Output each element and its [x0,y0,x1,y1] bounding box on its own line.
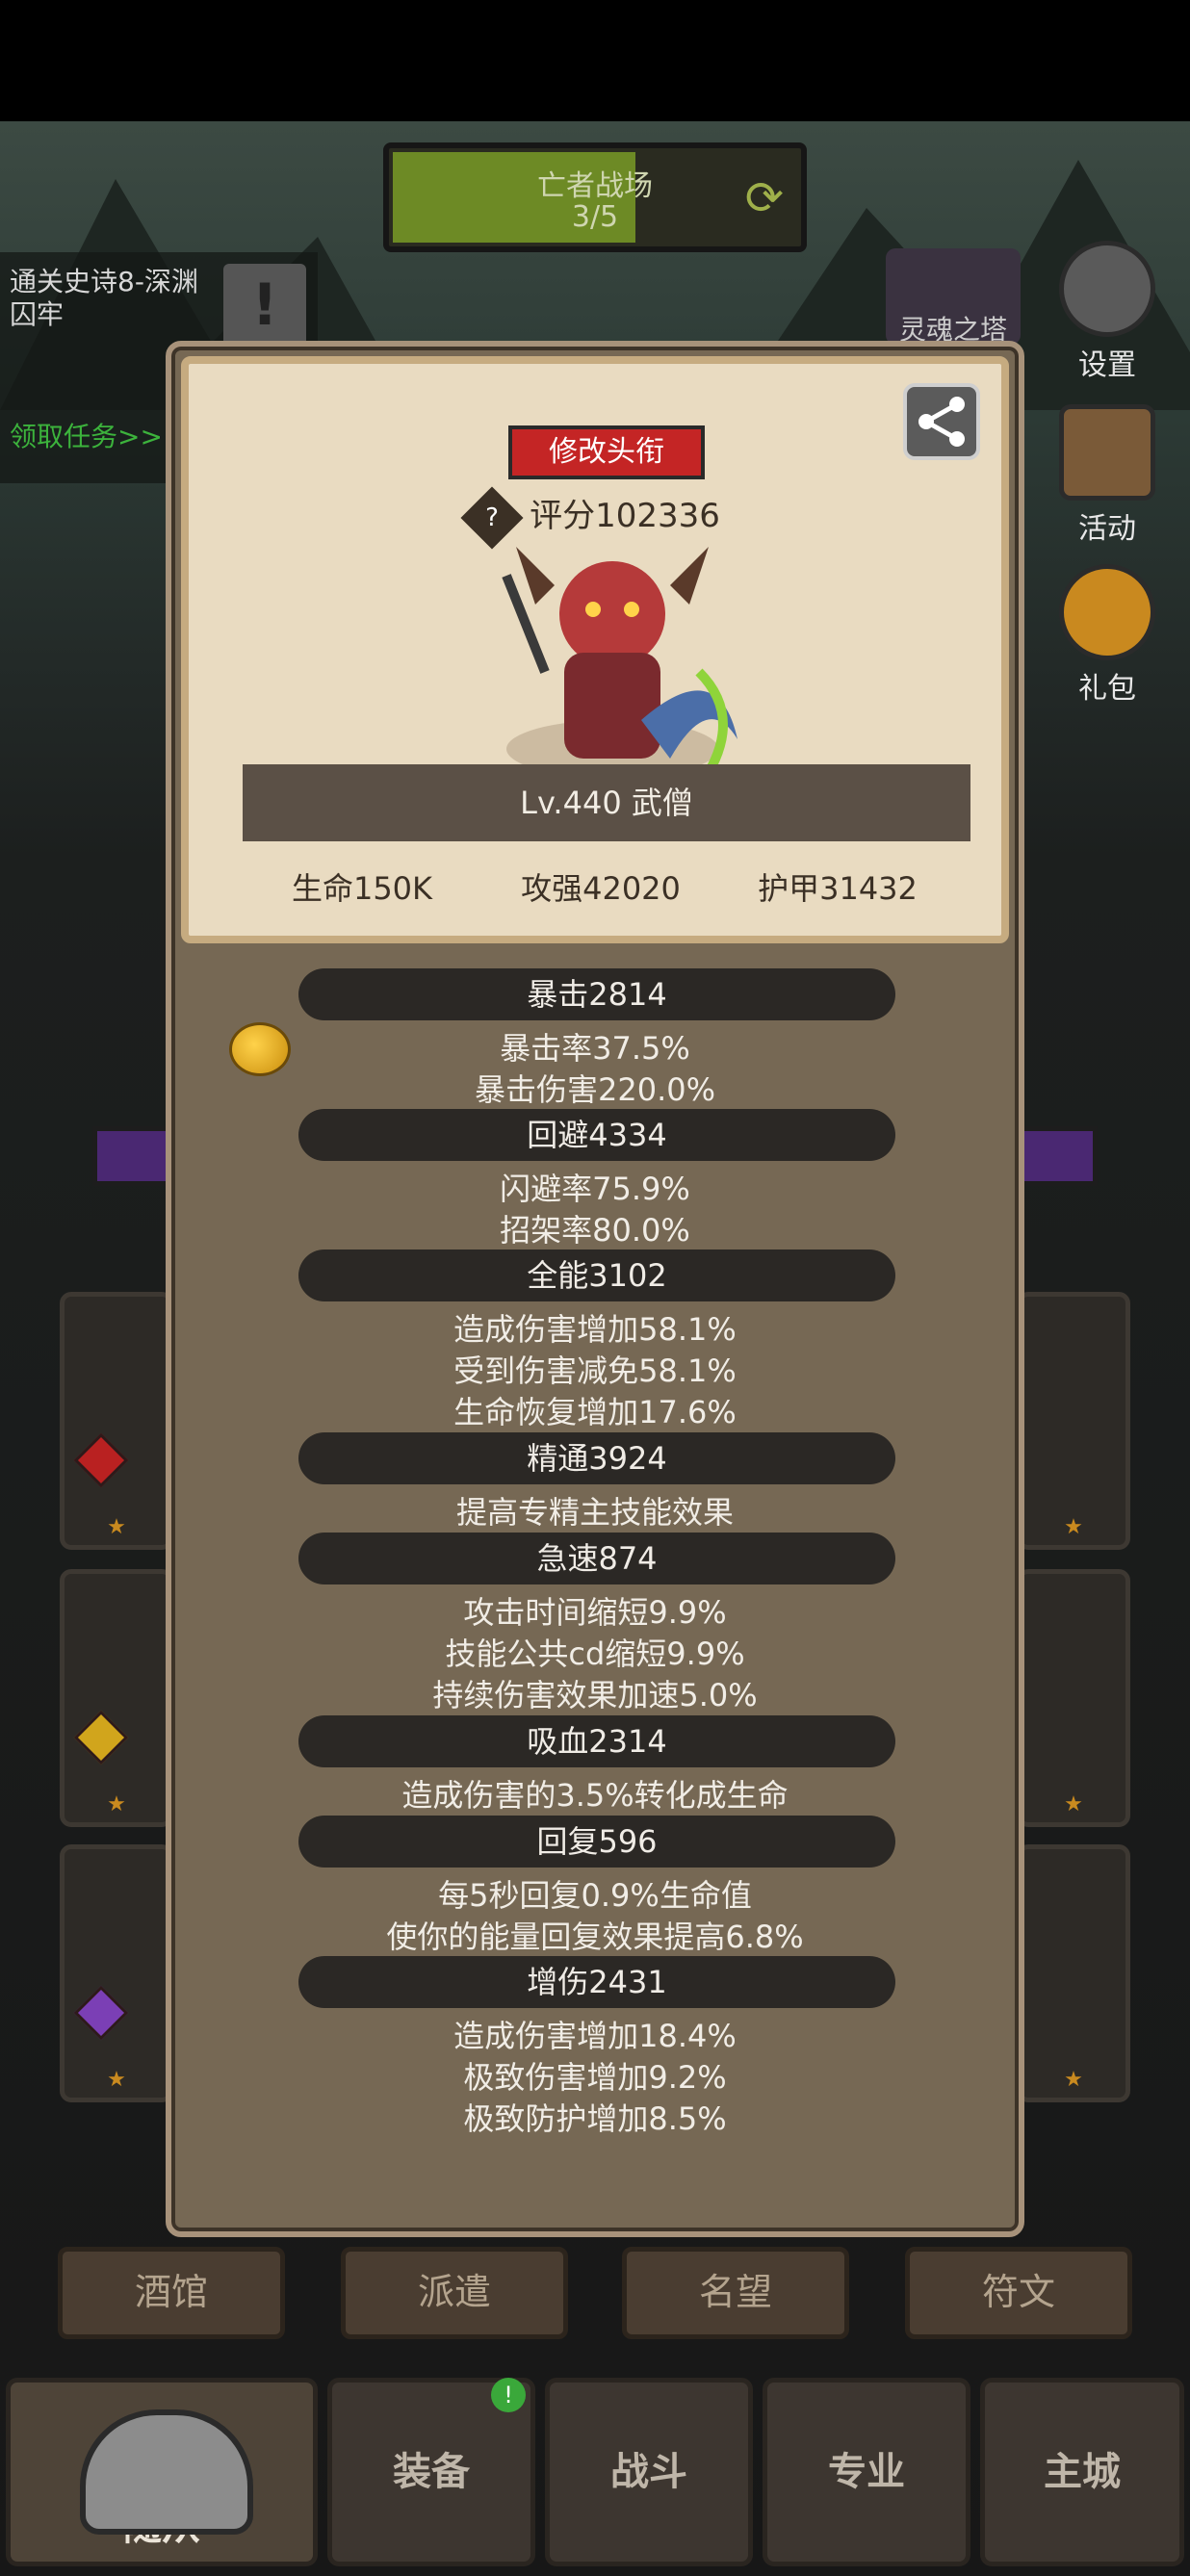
hero-detail-popup: 修改头衔 ? 评分102336 Lv.440 武僧 生命150K 攻强42020 … [166,341,1024,2237]
attr-header-evasion: 回避4334 [298,1109,895,1161]
follower-card[interactable]: ★ [60,1844,173,2102]
activity-label: 活动 [1078,512,1136,546]
notification-badge: ! [491,2378,526,2412]
attr-line: 每5秒回复0.9%生命值 [438,1877,752,1914]
star-icon: ★ [1064,1515,1083,1539]
attr-header-versatility: 全能3102 [298,1249,895,1301]
battlefield-progress[interactable]: 亡者战场 3/5 ⟳ [383,142,807,252]
star-icon: ★ [107,1515,126,1539]
attr-line: 招架率80.0% [500,1212,690,1249]
nav-follower[interactable]: 随从 [6,2378,318,2566]
share-icon [918,397,965,447]
settings-label: 设置 [1078,348,1136,382]
follower-card[interactable]: ★ [1017,1569,1130,1827]
nav-profession[interactable]: 专业 [763,2378,970,2566]
star-icon: ★ [107,2068,126,2092]
gear-icon [1059,241,1155,337]
gem-icon [73,1432,129,1488]
attr-line: 持续伤害效果加速5.0% [432,1677,758,1713]
tab-reputation[interactable]: 名望 [622,2247,849,2339]
gem-icon [73,1985,129,2041]
change-title-button[interactable]: 修改头衔 [508,425,705,479]
share-button[interactable] [903,383,980,460]
attr-line: 造成伤害的3.5%转化成生命 [401,1777,789,1814]
attr-line: 造成伤害增加18.4% [453,2018,737,2054]
settings-button[interactable]: 设置 [1049,241,1165,383]
gem-icon [73,1710,129,1765]
attr-header-crit: 暴击2814 [298,968,895,1020]
nav-battle[interactable]: 战斗 [545,2378,753,2566]
attr-line: 极致伤害增加9.2% [463,2059,727,2096]
attr-header-mastery: 精通3924 [298,1432,895,1484]
activity-button[interactable]: 活动 [1049,404,1165,547]
claim-quest-link[interactable]: 领取任务>> [10,416,163,454]
follower-card[interactable]: ★ [1017,1292,1130,1550]
battlefield-progress-text: 3/5 [571,200,619,234]
attr-header-haste: 急速874 [298,1533,895,1584]
battlefield-name: 亡者战场 [537,169,653,203]
attr-header-regen: 回复596 [298,1816,895,1868]
activity-board-icon [1059,404,1155,501]
attr-line: 技能公共cd缩短9.9% [445,1636,745,1672]
attr-line: 生命恢复增加17.6% [453,1394,737,1430]
gift-pot-icon [1059,564,1155,660]
attr-line: 受到伤害减免58.1% [453,1352,737,1389]
attr-line: 暴击伤害220.0% [474,1071,716,1108]
star-icon: ★ [1064,2068,1083,2092]
stat-hp: 生命150K [291,870,433,907]
soul-tower-button[interactable]: 灵魂之塔 [886,248,1021,345]
gift-label: 礼包 [1078,672,1136,706]
quest-text: 通关史诗8-深渊囚牢 [10,266,198,330]
tab-dispatch[interactable]: 派遣 [341,2247,568,2339]
attr-line: 造成伤害增加58.1% [453,1311,737,1348]
nav-main-city[interactable]: 主城 [980,2378,1184,2566]
star-icon: ★ [1064,1792,1083,1816]
hero-portrait-panel: 修改头衔 ? 评分102336 Lv.440 武僧 生命150K 攻强42020 … [181,356,1009,943]
attr-line: 极致防护增加8.5% [463,2100,727,2137]
helmet-icon [80,2409,253,2535]
attr-line: 攻击时间缩短9.9% [463,1594,727,1631]
exclamation-icon: ! [223,264,306,347]
attr-line: 暴击率37.5% [500,1030,690,1067]
stat-attack: 攻强42020 [521,870,681,907]
refresh-icon[interactable]: ⟳ [745,171,784,225]
gold-coin-icon[interactable] [229,1022,291,1076]
attr-line: 提高专精主技能效果 [455,1494,734,1531]
attr-header-damage-boost: 增伤2431 [298,1956,895,2008]
hero-level-name: Lv.440 武僧 [243,764,970,841]
tab-rune[interactable]: 符文 [905,2247,1132,2339]
gift-button[interactable]: 礼包 [1049,564,1165,707]
tab-tavern[interactable]: 酒馆 [58,2247,285,2339]
star-icon: ★ [107,1792,126,1816]
attr-line: 闪避率75.9% [500,1171,690,1207]
follower-card[interactable]: ★ [1017,1844,1130,2102]
follower-card[interactable]: ★ [60,1569,173,1827]
follower-card[interactable]: ★ [60,1292,173,1550]
stat-armor: 护甲31432 [758,870,918,907]
attr-line: 使你的能量回复效果提高6.8% [386,1919,804,1955]
attr-header-lifesteal: 吸血2314 [298,1715,895,1767]
